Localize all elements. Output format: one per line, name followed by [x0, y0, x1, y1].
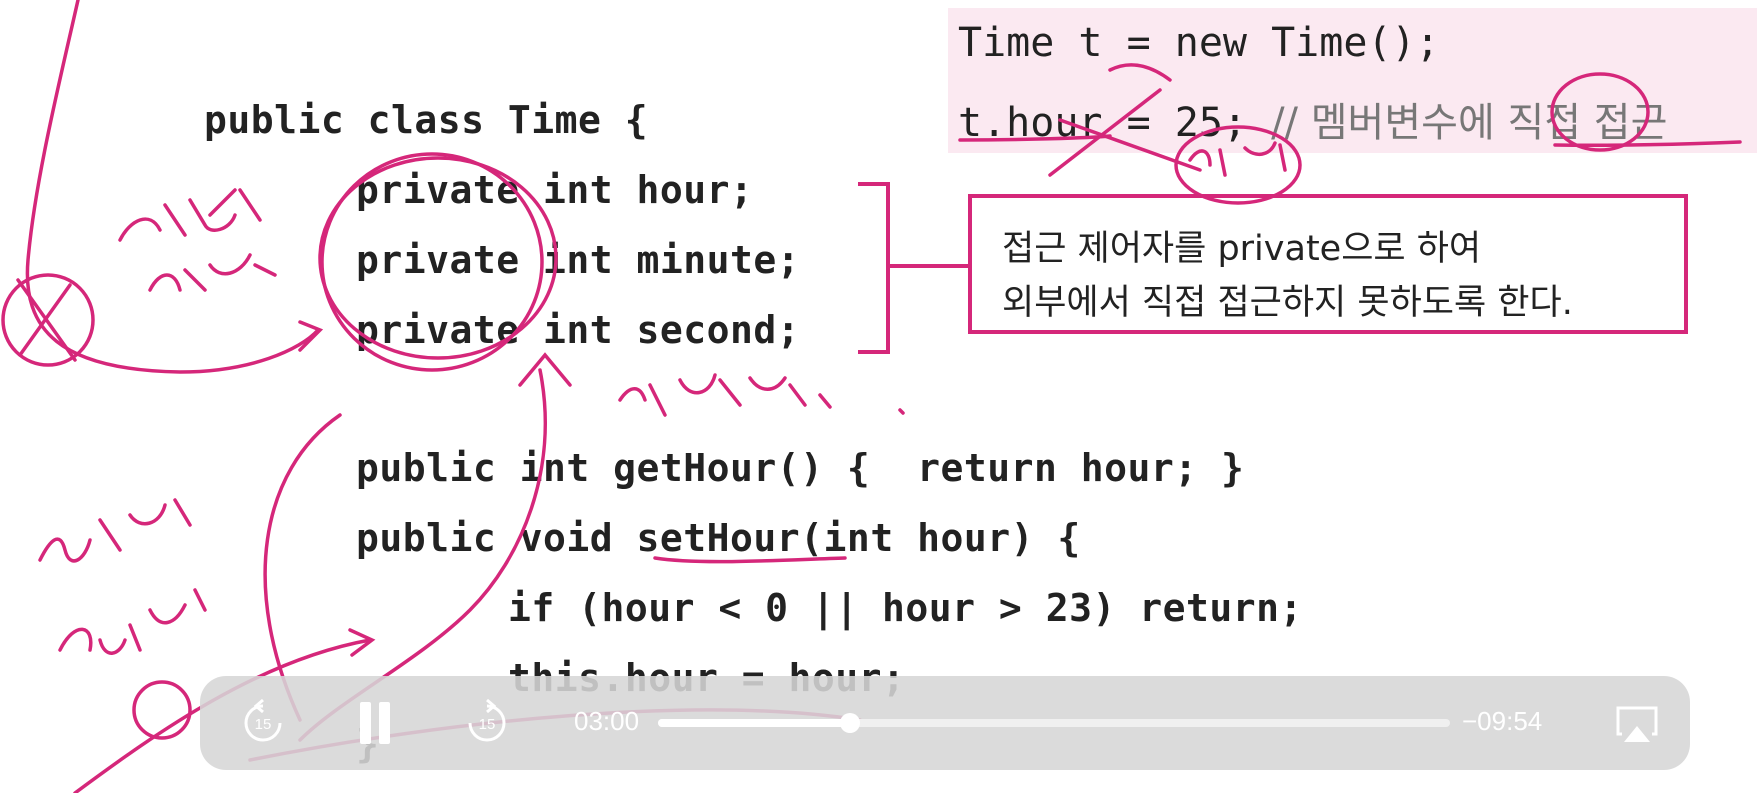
skip-forward-label: 15	[479, 716, 496, 733]
note-block-external-1	[118, 188, 262, 242]
sethour-underline	[653, 556, 847, 564]
direct-circle	[1550, 72, 1650, 152]
hour-underline	[958, 134, 1112, 142]
strike-2	[1058, 118, 1202, 172]
error-circle	[1174, 125, 1302, 205]
remaining-time: −09:54	[1462, 706, 1543, 736]
note-error	[1188, 141, 1287, 177]
strike-1	[1048, 88, 1162, 177]
progress-track[interactable]	[658, 713, 1450, 733]
progress-fill	[658, 719, 850, 727]
airplay-button[interactable]	[1612, 698, 1662, 748]
skip-back-label: 15	[255, 716, 272, 733]
forward-15-icon: 15	[468, 698, 506, 742]
arrow-curve-lower	[263, 413, 342, 722]
video-player-controls: 15 15 03:00 −09:54	[200, 676, 1690, 770]
note-allow-indirect	[618, 373, 905, 417]
note-block-external-2	[148, 253, 277, 292]
skip-back-button[interactable]: 15	[238, 698, 288, 748]
arrow-curve-left	[25, 0, 320, 374]
bottom-circle	[132, 680, 192, 740]
access-underline	[1553, 140, 1742, 148]
rewind-15-icon: 15	[244, 698, 282, 742]
arrowhead-up	[518, 352, 572, 387]
prohibit-x	[16, 278, 77, 362]
pause-icon	[360, 702, 390, 744]
elapsed-time: 03:00	[574, 706, 640, 736]
pause-button[interactable]	[350, 698, 400, 748]
note-methods-public-1	[38, 498, 192, 563]
handwritten-annotations	[1, 0, 1742, 793]
airplay-icon	[1616, 706, 1658, 742]
private-circle-2	[320, 152, 544, 372]
strike-3	[1108, 63, 1172, 82]
skip-forward-button[interactable]: 15	[462, 698, 512, 748]
note-methods-public-2	[58, 588, 207, 655]
lecture-slide: Time t = new Time(); t.hour = 25; // 멤버변…	[0, 0, 1757, 793]
progress-knob[interactable]	[839, 713, 860, 733]
